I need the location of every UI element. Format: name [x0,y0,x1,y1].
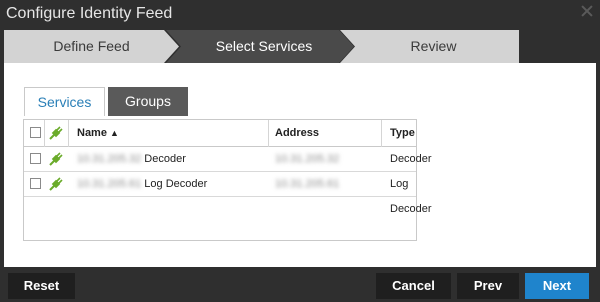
row-checkbox[interactable] [30,178,41,189]
plug-icon [49,126,63,140]
column-divider [44,120,45,147]
service-type-cell: Log Decoder [390,178,432,215]
table-row[interactable]: 10.31.205.32 Decoder 10.31.205.32 Decode… [24,147,432,172]
row-checkbox[interactable] [30,153,41,164]
plug-icon [49,152,63,166]
configure-identity-feed-dialog: Configure Identity Feed Define Feed Sele… [0,0,600,302]
title-bar: Configure Identity Feed [0,0,600,30]
step-select-services[interactable]: Select Services [166,30,354,63]
dialog-title: Configure Identity Feed [6,5,173,22]
cancel-button[interactable]: Cancel [376,273,451,299]
plug-icon [49,177,63,191]
service-type-cell: Decoder [390,153,432,165]
service-address-cell: 10.31.205.32 [275,147,339,171]
step-review[interactable]: Review [340,30,519,63]
service-address-blurred: 10.31.205.32 [275,153,340,165]
column-divider [381,120,382,147]
service-host-blurred: 10.31.205.32 [77,153,142,165]
type-column-header[interactable]: Type [390,120,415,146]
column-divider [268,120,269,147]
service-name: Log Decoder [144,178,208,190]
name-column-header[interactable]: Name ▲ [77,120,119,146]
service-name: Decoder [144,153,186,165]
service-name-cell: 10.31.205.61 Log Decoder [77,172,207,196]
service-host-blurred: 10.31.205.61 [77,178,142,190]
step-define-feed[interactable]: Define Feed [4,30,179,63]
close-icon[interactable] [580,4,594,18]
select-all-checkbox[interactable] [30,127,41,138]
grid-header: Name ▲ Address Type [24,120,416,147]
tab-groups[interactable]: Groups [108,87,188,116]
sort-ascending-icon: ▲ [109,128,119,138]
tab-services[interactable]: Services [24,87,105,116]
service-address-blurred: 10.31.205.61 [275,178,340,190]
service-name-cell: 10.31.205.32 Decoder [77,147,186,171]
address-column-header[interactable]: Address [275,120,319,146]
service-address-cell: 10.31.205.61 [275,172,339,196]
reset-button[interactable]: Reset [8,273,75,299]
column-divider [68,120,69,147]
table-row[interactable]: 10.31.205.61 Log Decoder 10.31.205.61 Lo… [24,172,432,215]
name-column-label: Name [77,127,107,139]
content-panel: Services Groups Name ▲ Address Type 10.3… [4,63,596,267]
services-grid: Name▲ Address Type 10.31.205.32 Decoder [23,119,432,241]
wizard-steps: Define Feed Select Services Review [4,30,519,63]
prev-button[interactable]: Prev [457,273,519,299]
next-button[interactable]: Next [525,273,589,299]
